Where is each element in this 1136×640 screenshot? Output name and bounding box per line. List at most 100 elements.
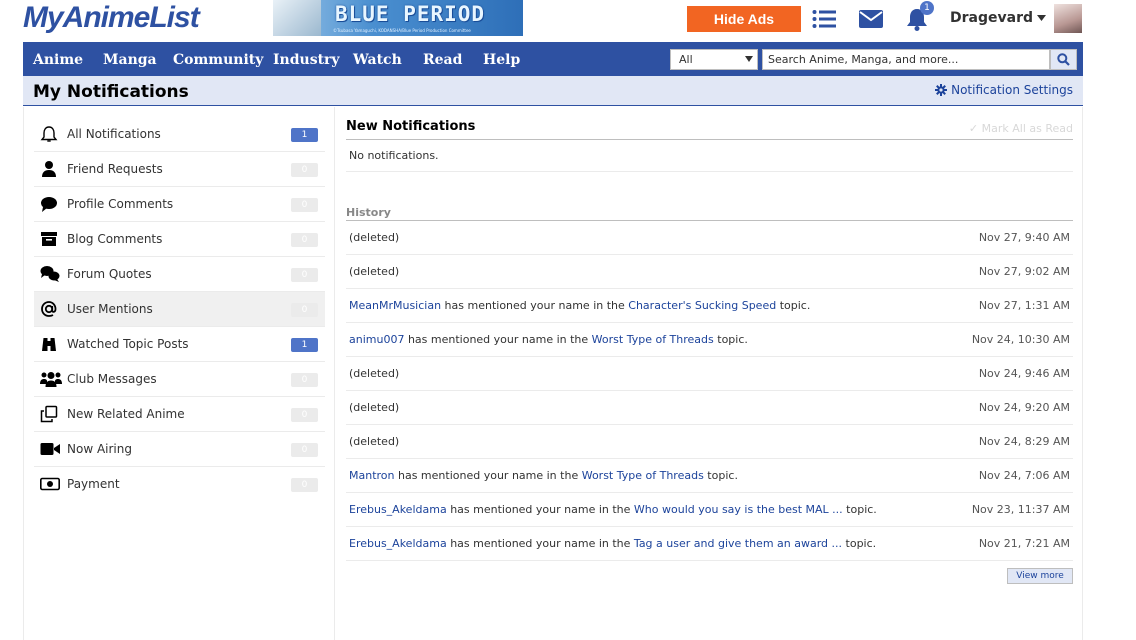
money-icon	[40, 475, 60, 493]
sidebar-item-blog-comments[interactable]: Blog Comments 0	[34, 222, 325, 257]
search-filter-select[interactable]: All	[670, 49, 758, 70]
count-badge: 0	[291, 443, 318, 457]
hide-ads-button[interactable]: Hide Ads	[687, 6, 801, 32]
username-label: Dragevard	[950, 10, 1033, 26]
history-user-link[interactable]: Erebus_Akeldama	[349, 537, 447, 550]
ad-banner[interactable]: BLUE PERIOD ©Tsubasa Yamaguchi, KODANSHA…	[273, 0, 523, 36]
nav-community[interactable]: Community	[173, 42, 263, 76]
history-time: Nov 27, 9:40 AM	[978, 231, 1070, 244]
history-user-link[interactable]: MeanMrMusician	[349, 299, 441, 312]
nav-anime[interactable]: Anime	[33, 42, 83, 76]
history-text: has mentioned your name in the	[446, 537, 634, 550]
sidebar-item-label: All Notifications	[67, 127, 161, 141]
sidebar-item-watched-topic-posts[interactable]: Watched Topic Posts 1	[34, 327, 325, 362]
history-row: (deleted) Nov 24, 9:20 AM	[346, 391, 1073, 425]
sidebar-item-club-messages[interactable]: Club Messages 0	[34, 362, 325, 397]
history-row: Mantron has mentioned your name in the W…	[346, 459, 1073, 493]
history-time: Nov 24, 9:46 AM	[978, 367, 1070, 380]
mark-all-read-button[interactable]: ✓ Mark All as Read	[969, 119, 1073, 139]
history-text: (deleted)	[349, 367, 400, 380]
content-area: All Notifications 1 Friend Requests 0 Pr…	[23, 107, 1083, 640]
history-row: (deleted) Nov 24, 9:46 AM	[346, 357, 1073, 391]
main-nav: Anime Manga Community Industry Watch Rea…	[23, 42, 1083, 76]
history-row: MeanMrMusician has mentioned your name i…	[346, 289, 1073, 323]
search-filter-value: All	[679, 53, 693, 66]
view-more-button[interactable]: View more	[1007, 568, 1073, 584]
sidebar-item-forum-quotes[interactable]: Forum Quotes 0	[34, 257, 325, 292]
sidebar-item-label: New Related Anime	[67, 407, 185, 421]
top-bar: MyAnimeList BLUE PERIOD ©Tsubasa Yamaguc…	[23, 0, 1083, 42]
history-user-link[interactable]: Mantron	[349, 469, 395, 482]
history-topic-link[interactable]: Worst Type of Threads	[592, 333, 714, 346]
notification-categories: All Notifications 1 Friend Requests 0 Pr…	[34, 117, 325, 502]
nav-industry[interactable]: Industry	[273, 42, 340, 76]
history-text: (deleted)	[349, 435, 400, 448]
history-row: (deleted) Nov 27, 9:02 AM	[346, 255, 1073, 289]
count-badge: 0	[291, 268, 318, 282]
column-divider	[334, 107, 335, 640]
nav-help[interactable]: Help	[483, 42, 520, 76]
caret-down-icon	[1037, 15, 1046, 21]
count-badge: 0	[291, 233, 318, 247]
count-badge: 0	[291, 373, 318, 387]
sidebar-item-label: Friend Requests	[67, 162, 163, 176]
history-suffix: topic.	[842, 537, 877, 550]
sidebar-item-user-mentions[interactable]: User Mentions 0	[34, 292, 325, 327]
search-input[interactable]: Search Anime, Manga, and more...	[762, 49, 1050, 70]
history-text: (deleted)	[349, 401, 400, 414]
history-topic-link[interactable]: Character's Sucking Speed	[628, 299, 776, 312]
sidebar-item-label: Now Airing	[67, 442, 132, 456]
history-user-link[interactable]: Erebus_Akeldama	[349, 503, 447, 516]
notification-settings-link[interactable]: Notification Settings	[935, 83, 1073, 97]
banner-copyright: ©Tsubasa Yamaguchi, KODANSHA/Blue Period…	[333, 28, 471, 33]
history-row: animu007 has mentioned your name in the …	[346, 323, 1073, 357]
banner-character-image	[273, 0, 321, 36]
history-topic-link[interactable]: Worst Type of Threads	[582, 469, 704, 482]
sidebar-item-all-notifications[interactable]: All Notifications 1	[34, 117, 325, 152]
notification-settings-label: Notification Settings	[951, 83, 1073, 97]
sidebar-item-label: Club Messages	[67, 372, 157, 386]
sidebar-item-label: Forum Quotes	[67, 267, 152, 281]
count-badge: 0	[291, 303, 318, 317]
sidebar-item-payment[interactable]: Payment 0	[34, 467, 325, 502]
sidebar-item-label: Profile Comments	[67, 197, 174, 211]
count-badge: 0	[291, 478, 318, 492]
history-time: Nov 24, 8:29 AM	[978, 435, 1070, 448]
sidebar-item-label: Blog Comments	[67, 232, 163, 246]
video-icon	[40, 440, 60, 458]
nav-manga[interactable]: Manga	[103, 42, 157, 76]
count-badge: 0	[291, 163, 318, 177]
mail-icon[interactable]	[858, 7, 884, 31]
binoculars-icon	[40, 335, 58, 353]
bell-icon	[40, 125, 58, 143]
history-suffix: topic.	[776, 299, 811, 312]
history-row: (deleted) Nov 24, 8:29 AM	[346, 425, 1073, 459]
sidebar-item-now-airing[interactable]: Now Airing 0	[34, 432, 325, 467]
nav-watch[interactable]: Watch	[353, 42, 402, 76]
sidebar-item-label: Payment	[67, 477, 120, 491]
empty-state-text: No notifications.	[346, 140, 1073, 172]
history-topic-link[interactable]: Tag a user and give them an award ...	[634, 537, 842, 550]
search-button[interactable]	[1050, 49, 1077, 70]
history-row: Erebus_Akeldama has mentioned your name …	[346, 493, 1073, 527]
history-text: has mentioned your name in the	[446, 503, 634, 516]
user-menu[interactable]: Dragevard	[950, 10, 1046, 26]
history-user-link[interactable]: animu007	[349, 333, 404, 346]
sidebar-item-profile-comments[interactable]: Profile Comments 0	[34, 187, 325, 222]
history-suffix: topic.	[703, 469, 738, 482]
comments-icon	[40, 265, 60, 283]
sidebar-item-friend-requests[interactable]: Friend Requests 0	[34, 152, 325, 187]
archive-icon	[40, 230, 58, 248]
count-badge: 0	[291, 408, 318, 422]
dropdown-arrow-icon	[745, 56, 753, 62]
list-icon[interactable]	[811, 7, 837, 31]
history-topic-link[interactable]: Who would you say is the best MAL ...	[634, 503, 843, 516]
site-logo[interactable]: MyAnimeList	[23, 0, 200, 36]
avatar[interactable]	[1054, 4, 1082, 33]
history-time: Nov 21, 7:21 AM	[978, 537, 1070, 550]
gear-icon	[935, 84, 948, 96]
page-header: My Notifications Notification Settings	[23, 76, 1083, 106]
nav-read[interactable]: Read	[423, 42, 462, 76]
sidebar-item-new-related-anime[interactable]: New Related Anime 0	[34, 397, 325, 432]
history-suffix: topic.	[713, 333, 748, 346]
